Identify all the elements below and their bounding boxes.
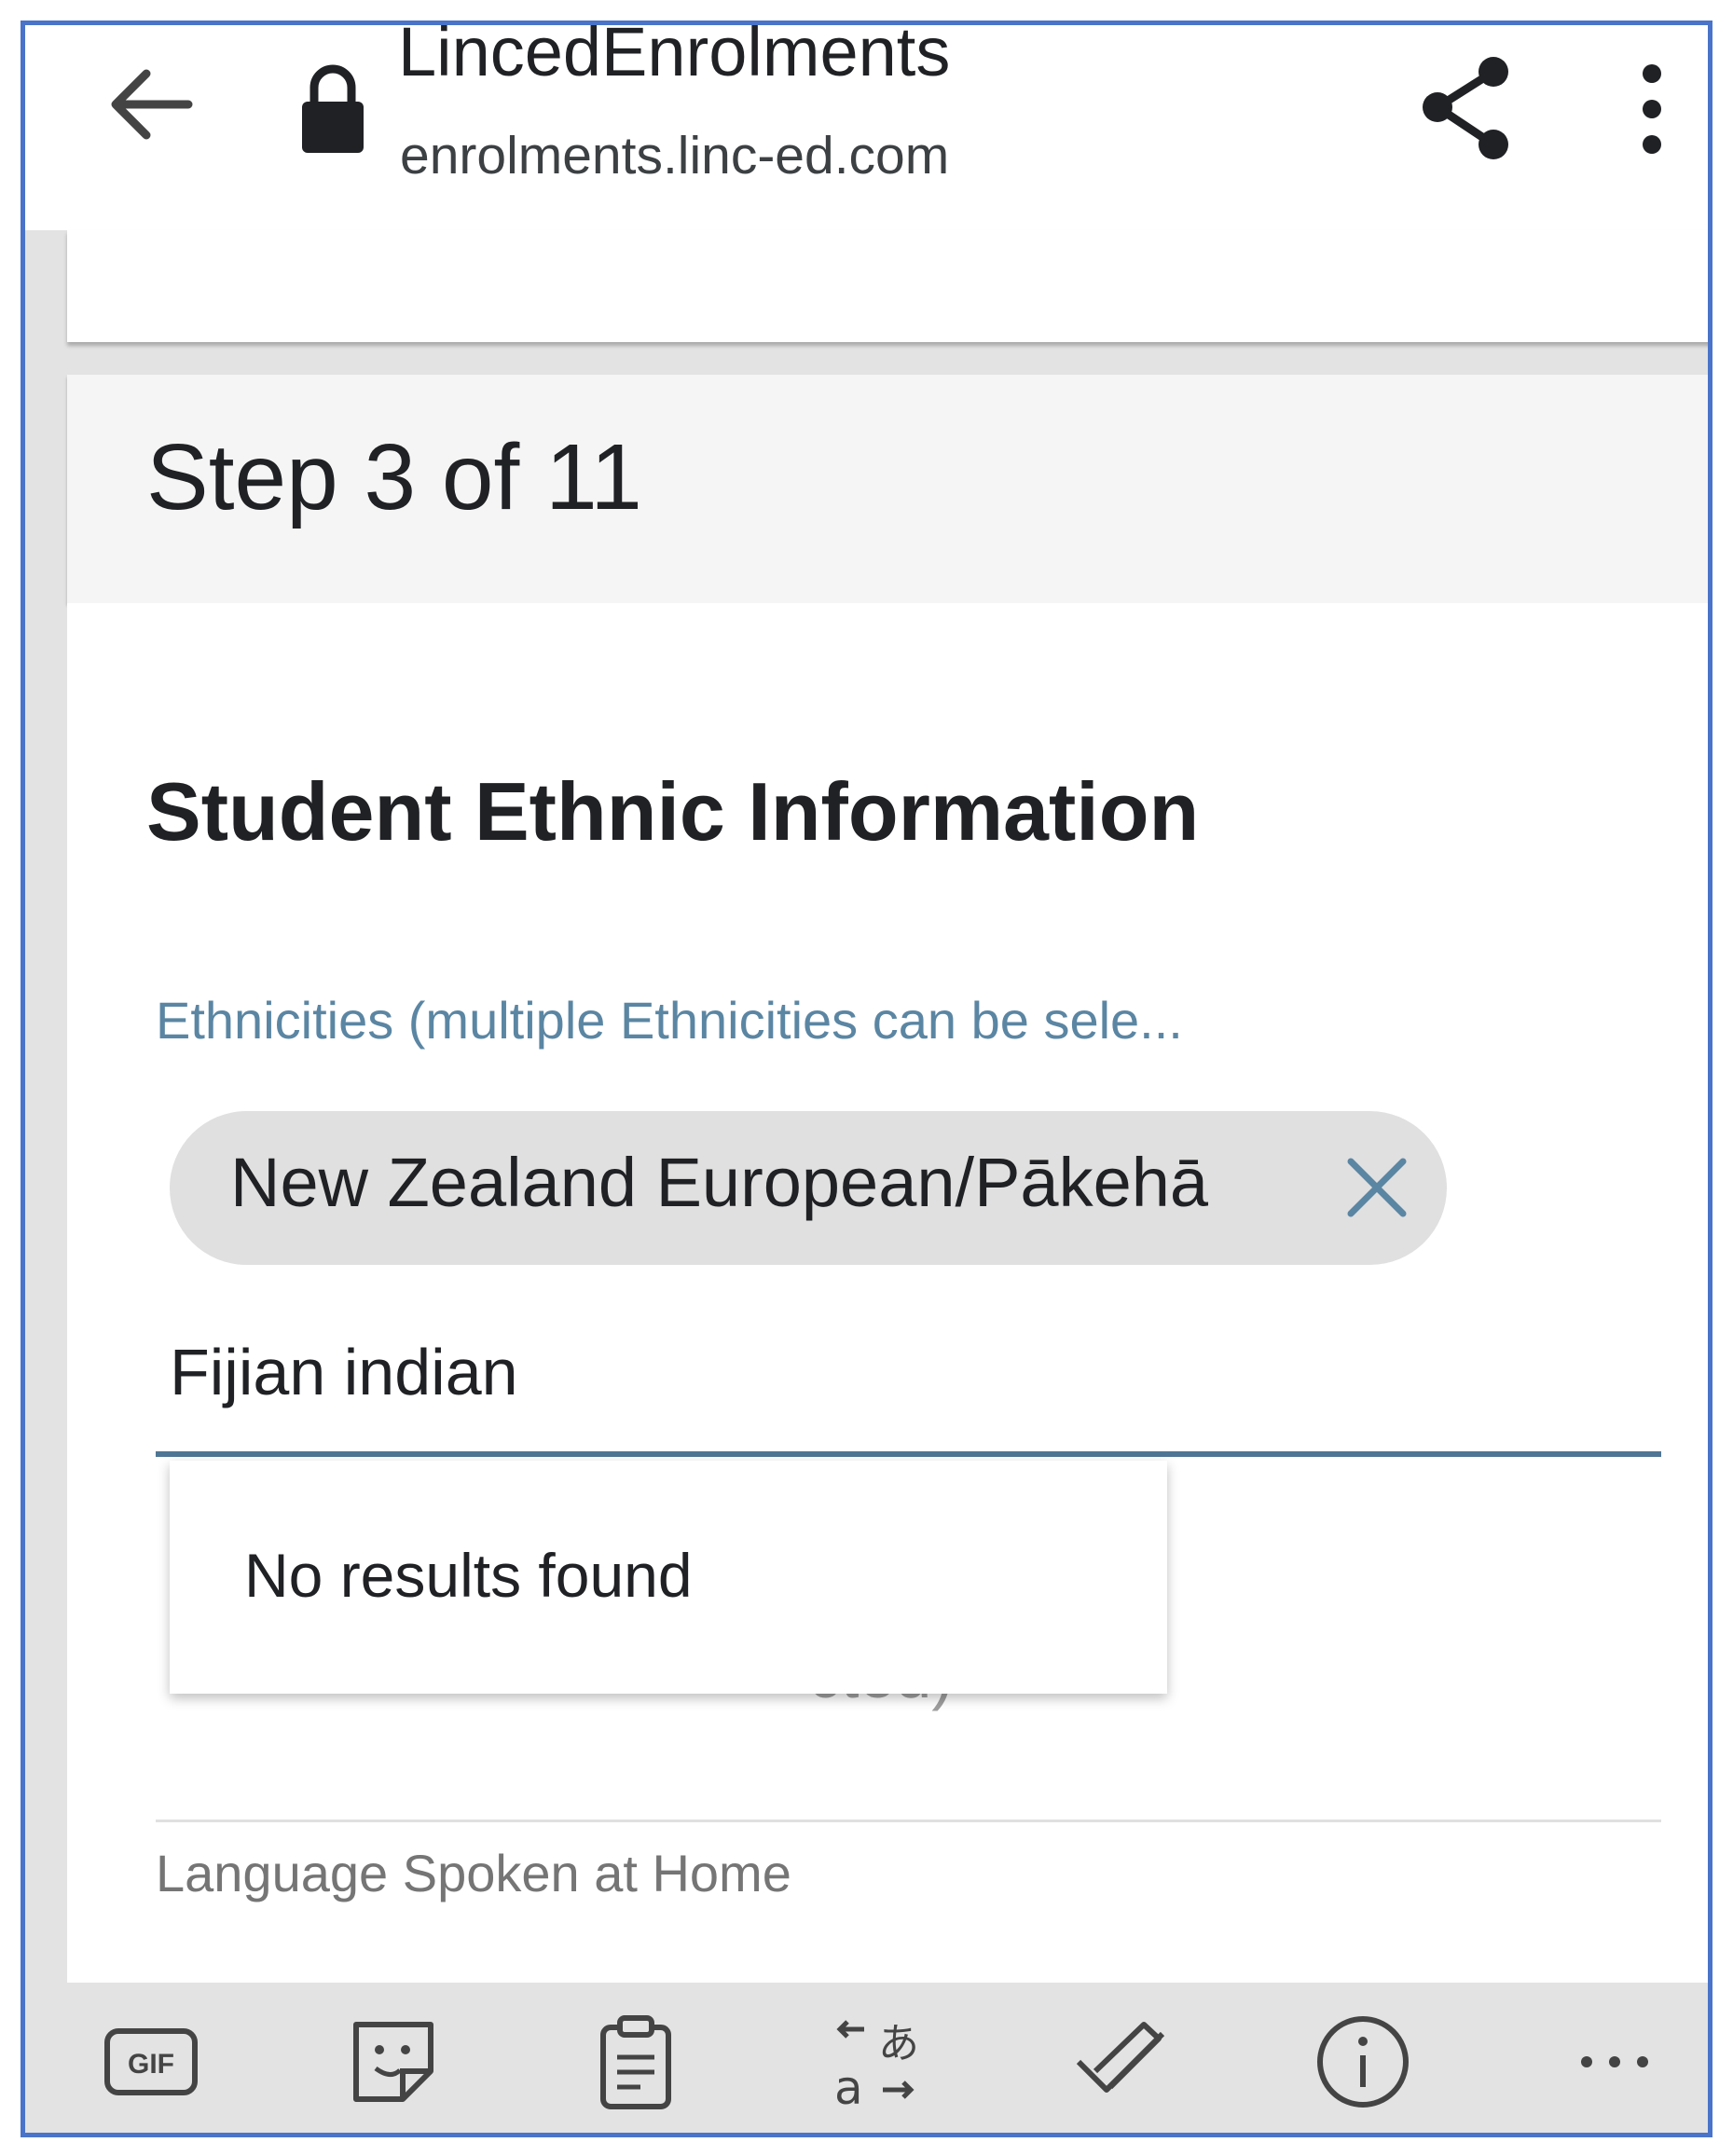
section-title: Student Ethnic Information — [146, 765, 1200, 858]
previous-card — [67, 230, 1708, 342]
screenshot-frame: LincedEnrolments enrolments.linc-ed.com … — [21, 21, 1712, 2137]
site-url[interactable]: enrolments.linc-ed.com — [400, 130, 949, 183]
step-label: Step 3 of 11 — [146, 425, 642, 529]
sticker-icon[interactable] — [342, 2011, 445, 2113]
keyboard-toolbar: GIF a あ — [25, 1983, 1708, 2133]
translate-icon[interactable]: a あ — [827, 2011, 929, 2115]
no-results-message: No results found — [244, 1541, 693, 1610]
more-vert-icon[interactable] — [1629, 53, 1675, 165]
form-card: Student Ethnic Information Ethnicities (… — [67, 603, 1708, 1983]
svg-text:GIF: GIF — [128, 2049, 174, 2080]
search-results-dropdown: No results found — [170, 1461, 1167, 1694]
selected-ethnicity-chip[interactable]: New Zealand European/Pākehā — [170, 1111, 1447, 1265]
gif-icon[interactable]: GIF — [100, 2011, 202, 2113]
info-icon[interactable] — [1312, 2011, 1414, 2113]
chip-label: New Zealand European/Pākehā — [230, 1144, 1209, 1221]
clipboard-icon[interactable] — [585, 2011, 687, 2113]
ethnicities-label: Ethnicities (multiple Ethnicities can be… — [156, 991, 1183, 1050]
share-icon[interactable] — [1414, 53, 1517, 165]
more-horiz-icon[interactable] — [1563, 2011, 1666, 2113]
close-icon[interactable] — [1340, 1150, 1414, 1225]
divider — [156, 1820, 1661, 1822]
page-content: Step 3 of 11 Student Ethnic Information … — [25, 230, 1708, 1983]
step-header: Step 3 of 11 — [67, 375, 1708, 603]
lock-icon — [291, 55, 375, 158]
svg-text:a: a — [834, 2061, 863, 2113]
browser-address-bar: LincedEnrolments enrolments.linc-ed.com — [25, 25, 1708, 230]
svg-text:あ: あ — [878, 2020, 919, 2067]
back-arrow-icon[interactable] — [100, 53, 202, 156]
language-label: Language Spoken at Home — [156, 1844, 791, 1902]
site-title: LincedEnrolments — [398, 21, 951, 90]
ethnicity-search-input[interactable] — [170, 1321, 1643, 1423]
handwriting-icon[interactable] — [1069, 2011, 1172, 2113]
input-underline — [156, 1451, 1661, 1457]
